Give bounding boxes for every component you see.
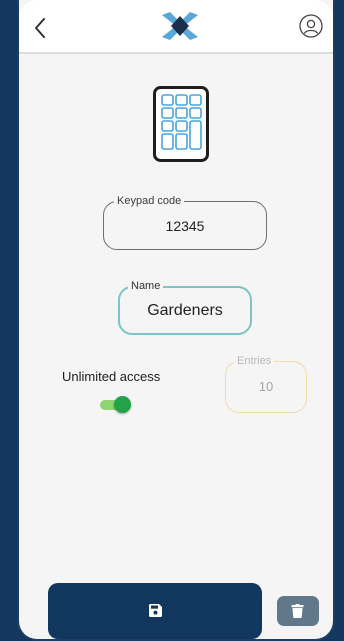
entries-field: Entries 10	[225, 354, 307, 413]
user-circle-icon	[299, 14, 323, 38]
keypad-code-label: Keypad code	[114, 194, 185, 208]
trash-icon	[291, 604, 304, 618]
entries-value: 10	[258, 379, 274, 394]
name-value[interactable]: Gardeners	[120, 302, 250, 320]
phone-screen: Keypad code 12345 Name Gardeners Unlimit…	[17, 0, 335, 641]
chevron-left-icon	[35, 18, 45, 38]
back-button[interactable]	[31, 16, 51, 40]
name-field[interactable]: Name Gardeners	[118, 279, 252, 335]
keypad-code-value[interactable]: 12345	[104, 218, 266, 234]
brand-x-logo	[162, 12, 198, 40]
profile-button[interactable]	[299, 14, 323, 38]
delete-button[interactable]	[277, 596, 319, 626]
toggle-thumb	[114, 396, 131, 413]
save-button[interactable]	[48, 583, 262, 639]
unlimited-access-toggle[interactable]	[100, 396, 131, 414]
top-app-bar	[19, 0, 333, 54]
entries-label: Entries	[234, 354, 275, 368]
floppy-disk-icon	[149, 604, 162, 617]
unlimited-access-label: Unlimited access	[62, 369, 161, 384]
keypad-icon	[153, 86, 209, 162]
name-label: Name	[128, 279, 164, 293]
keypad-code-field[interactable]: Keypad code 12345	[103, 194, 267, 250]
